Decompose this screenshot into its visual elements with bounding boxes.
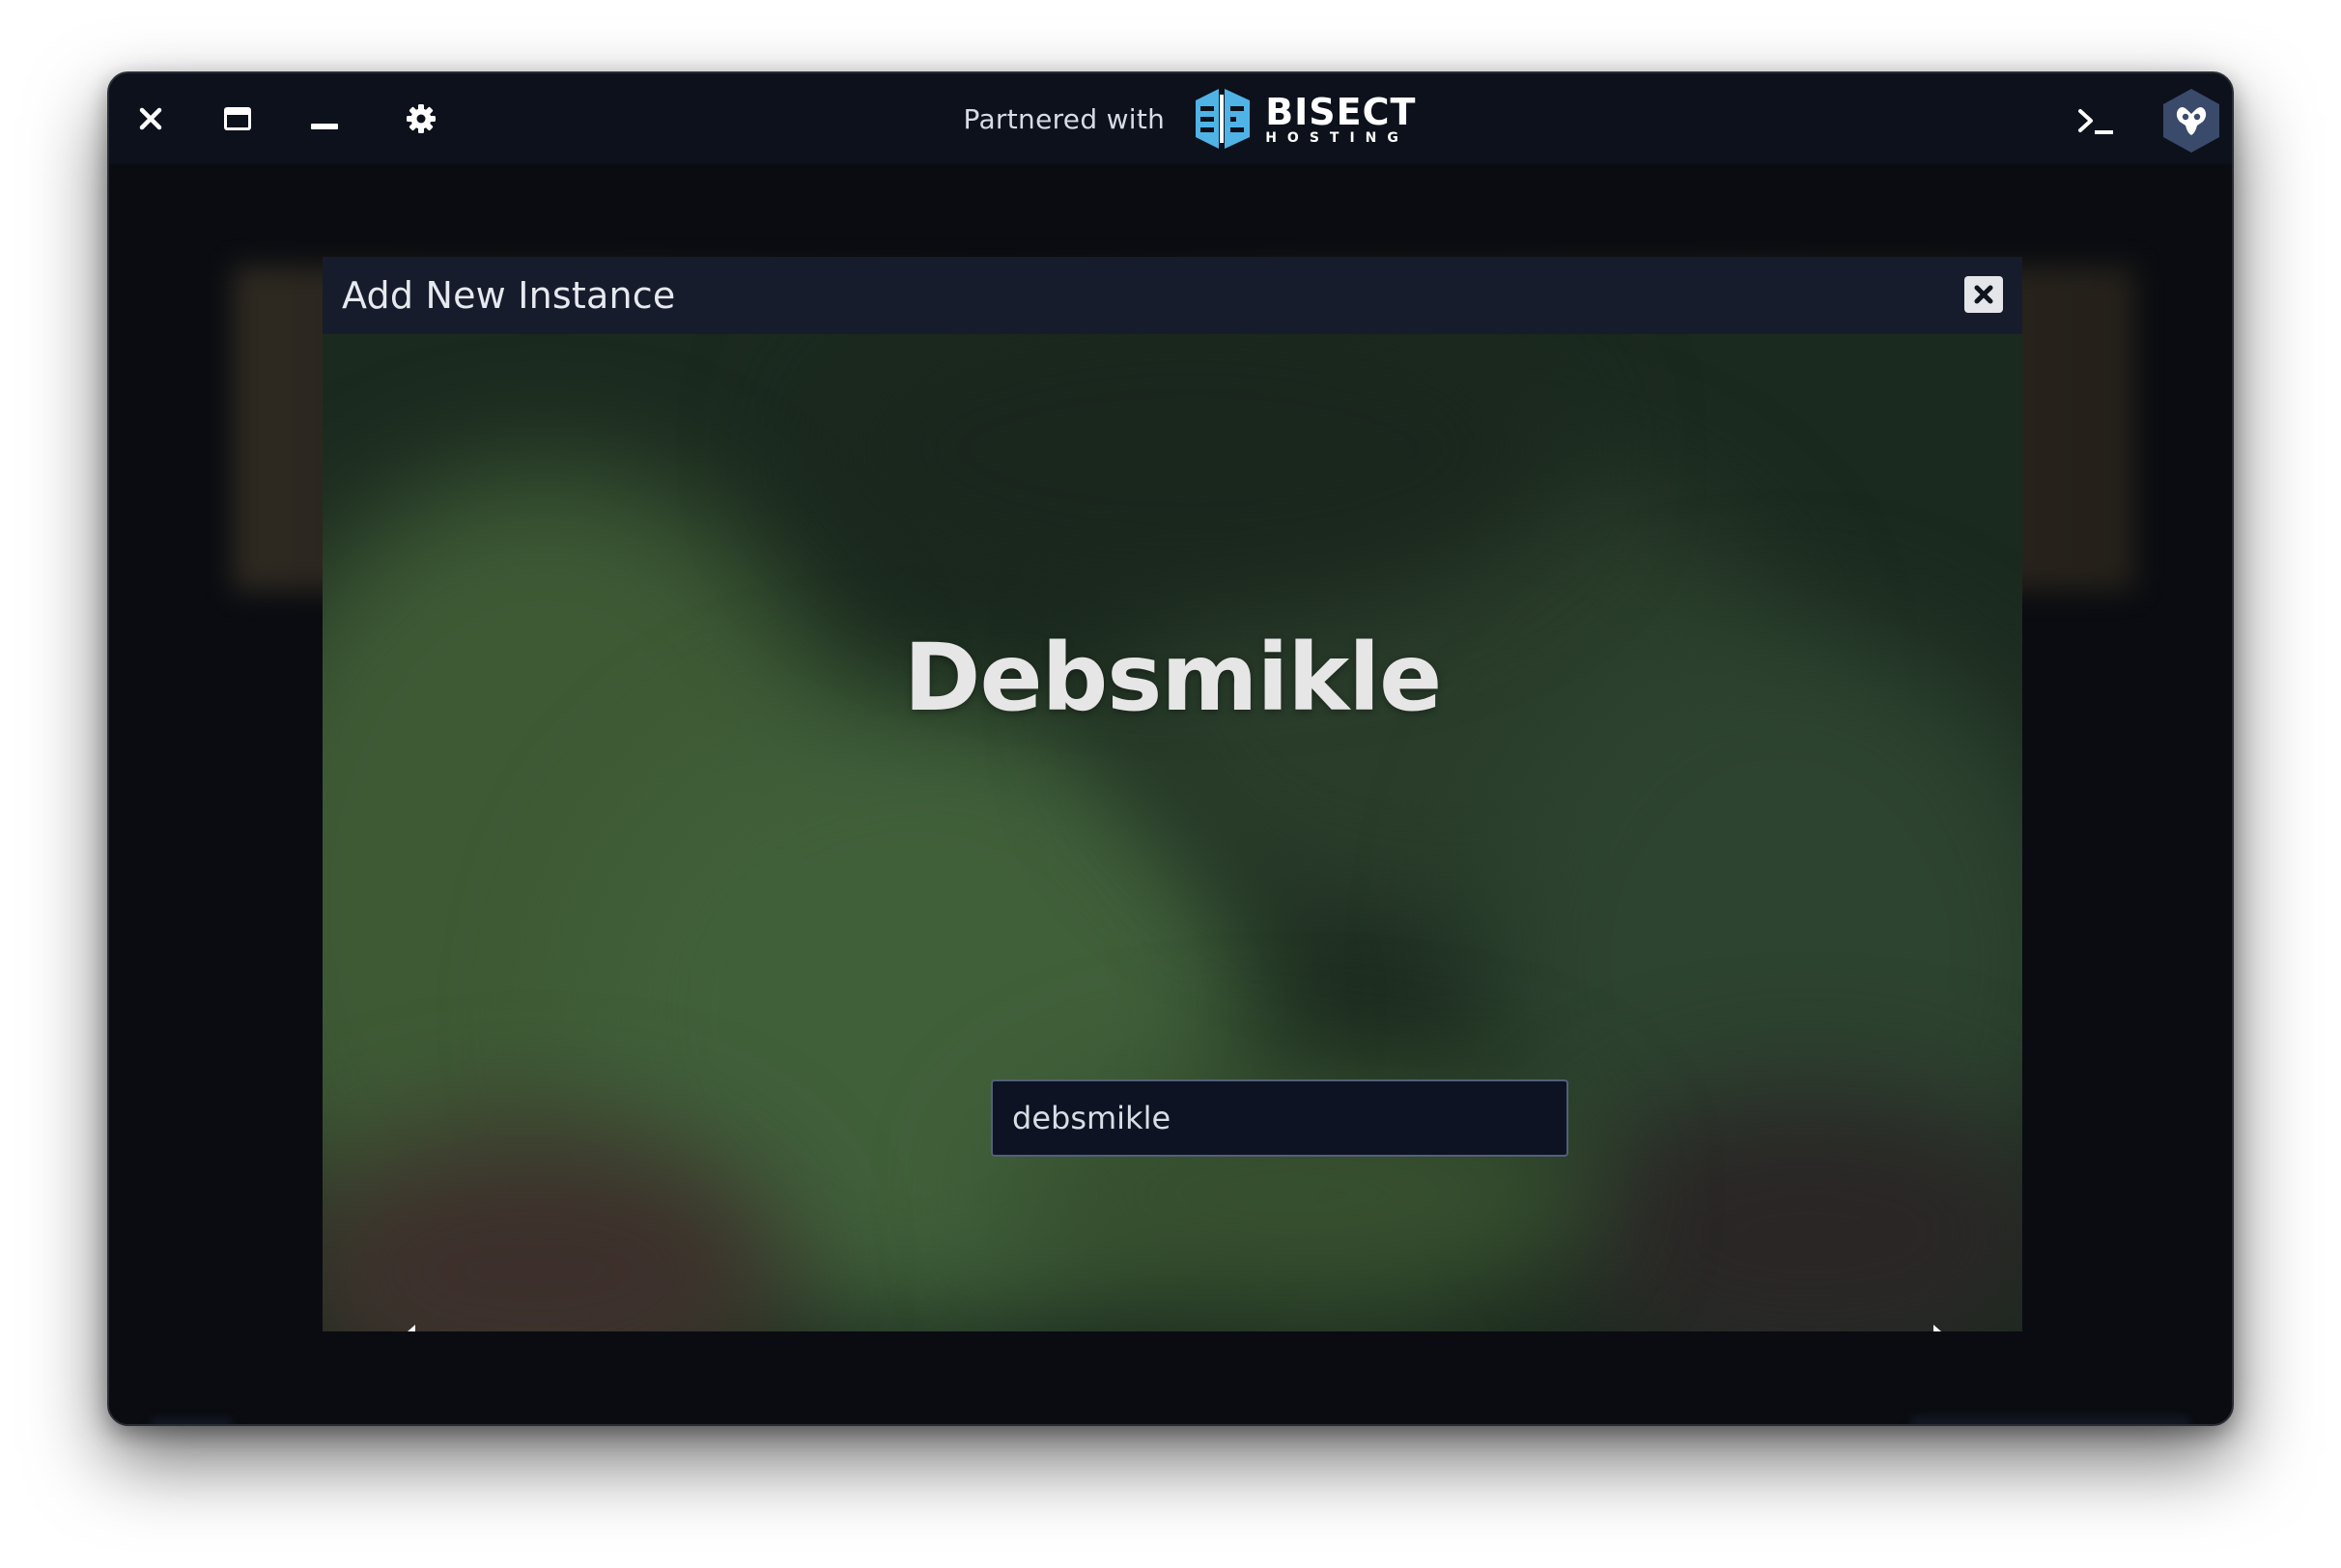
bisect-hosting-logo: BISECT HOSTING [1190,85,1416,153]
partner-banner[interactable]: Partnered with BISECT HOSTING [109,85,2232,153]
dialog-body: Debsmikle [323,334,2022,1331]
add-instance-chip-blurred [150,1417,233,1424]
dialog-title: Add New Instance [342,274,676,317]
instance-name-input[interactable] [991,1079,1568,1157]
terminal-button[interactable] [2074,98,2119,143]
partner-label: Partnered with [963,102,1166,135]
app-logo-button[interactable] [2159,87,2223,154]
terminal-icon [2078,109,2113,134]
close-icon [1974,285,1993,304]
arrow-left-icon [408,1325,415,1331]
add-instance-dialog: Add New Instance Debsmikle [323,257,2022,1331]
app-logo-icon [2163,89,2219,153]
dialog-close-button[interactable] [1964,276,2003,313]
brand-sub-text: HOSTING [1265,129,1409,146]
arrow-right-icon [1933,1325,1941,1331]
back-arrow-button[interactable] [390,1321,467,1331]
dialog-header: Add New Instance [323,257,2022,334]
titlebar: Partnered with BISECT HOSTING [109,73,2232,164]
next-arrow-button[interactable] [1881,1321,1959,1331]
bisect-logo-icon [1196,89,1251,149]
instance-name-heading: Debsmikle [903,624,1442,732]
account-chip-blurred [1910,1415,2190,1424]
app-window: Partnered with BISECT HOSTING Add New In… [107,71,2234,1426]
brand-main-text: BISECT [1265,90,1417,133]
